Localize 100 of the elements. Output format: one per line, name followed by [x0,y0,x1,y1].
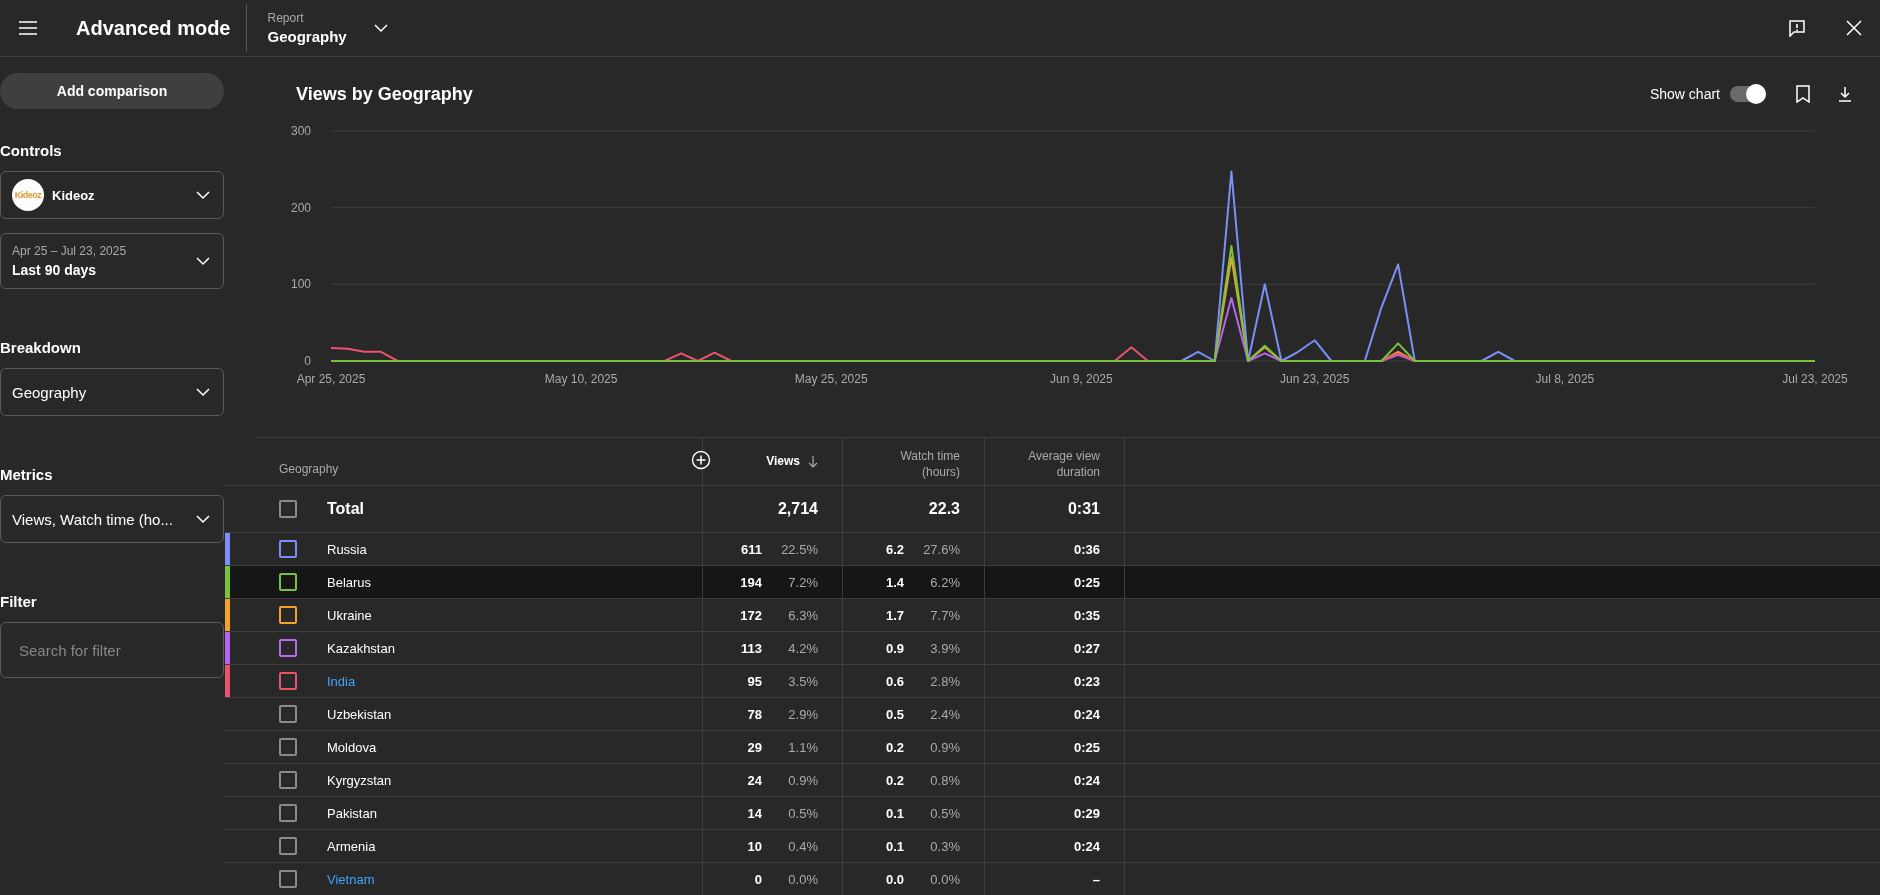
table-cell: 0 [754,871,762,887]
dropdown-select[interactable]: Geography [0,368,224,416]
table-cell: 95 [747,673,762,689]
table-cell: 0.2 [885,739,904,755]
table-row[interactable]: Armenia 10 0.4% 0.1 0.3% 0:24 [225,830,1880,863]
column-header[interactable]: Watch time (hours) [865,448,960,481]
percentage-text: 6.3% [787,607,818,623]
country-name: Kyrgyzstan [327,772,392,788]
percentage-text: 7.2% [787,574,818,590]
section-heading: Breakdown [0,339,82,356]
percentage-text: 1.1% [787,739,818,755]
table-row[interactable]: Kyrgyzstan 24 0.9% 0.2 0.8% 0:24 [225,764,1880,797]
percentage-text: 0.9% [929,739,960,755]
table-row[interactable]: Ukraine 172 6.3% 1.7 7.7% 0:35 [225,599,1880,632]
sort-down-icon[interactable] [808,455,818,468]
table-cell: 6.2 [885,541,904,557]
table-cell: 1.7 [885,607,904,623]
percentage-text: 7.7% [929,607,960,623]
checkbox[interactable] [279,500,297,518]
percentage-text: 3.9% [929,640,960,656]
table-cell: 0:29 [1073,805,1100,821]
checkbox[interactable] [279,639,297,657]
table-cell: 0:23 [1073,673,1100,689]
table-cell: 0:25 [1073,574,1100,590]
section-heading: Metrics [0,466,54,483]
table-cell: 0.6 [885,673,904,689]
channel-logo: Kideoz [12,179,44,211]
column-header[interactable]: Average view duration [1005,448,1100,481]
percentage-text: 6.2% [929,574,960,590]
table-row[interactable]: India 95 3.5% 0.6 2.8% 0:23 [225,665,1880,698]
report-select[interactable]: Report Geography [261,10,395,46]
add-column-icon[interactable] [691,450,711,470]
table-cell: 0.5 [885,706,904,722]
checkbox[interactable] [279,705,297,723]
filter-search-field[interactable]: Search for filter [0,622,224,678]
dropdown-select[interactable]: Views, Watch time (ho... [0,495,224,543]
table-cell: 0.9 [885,640,904,656]
x-axis-label: Jul 23, 2025 [1782,372,1848,386]
table-cell: 14 [747,805,762,821]
add-comparison-button[interactable]: Add comparison [0,73,224,109]
percentage-text: 0.3% [929,838,960,854]
y-axis-label: 100 [290,277,311,292]
country-link[interactable]: India [327,673,356,689]
country-name: Russia [327,541,367,557]
table-cell: 0.2 [885,772,904,788]
country-link[interactable]: Vietnam [327,871,375,887]
table-row[interactable]: Uzbekistan 78 2.9% 0.5 2.4% 0:24 [225,698,1880,731]
table-cell: 0:27 [1073,640,1100,656]
table-cell: 0:24 [1073,706,1100,722]
table-cell: 194 [740,574,762,590]
table-row[interactable]: Moldova 29 1.1% 0.2 0.9% 0:25 [225,731,1880,764]
checkbox[interactable] [279,672,297,690]
table-cell: – [1092,871,1100,887]
percentage-text: 3.5% [787,673,818,689]
table-row[interactable]: Belarus 194 7.2% 1.4 6.2% 0:25 [225,566,1880,599]
table-cell: 611 [741,541,762,557]
table-cell: 1.4 [885,574,904,590]
column-header[interactable]: Views [766,453,800,470]
percentage-text: 0.5% [929,805,960,821]
column-header[interactable]: Geography [279,460,339,477]
checkbox[interactable] [279,738,297,756]
x-axis-label: Jun 23, 2025 [1280,372,1350,386]
x-axis-label: May 25, 2025 [794,372,868,386]
table-cell: 113 [741,640,762,656]
checkbox[interactable] [279,573,297,591]
percentage-text: 0.9% [787,772,818,788]
show-chart-switch[interactable] [1730,86,1766,102]
table-row[interactable]: Pakistan 14 0.5% 0.1 0.5% 0:29 [225,797,1880,830]
country-name: Kazakhstan [327,640,395,656]
table-cell: 2,714 [777,500,818,518]
date-range-select[interactable]: Apr 25 – Jul 23, 2025 Last 90 days [0,233,224,289]
table-cell: 24 [747,772,762,788]
section-heading: Filter [0,593,38,610]
table-row[interactable]: Kazakhstan 113 4.2% 0.9 3.9% 0:27 [225,632,1880,665]
table-cell: 10 [747,838,762,854]
country-name: Armenia [327,838,376,854]
table-row[interactable]: Russia 611 22.5% 6.2 27.6% 0:36 [225,533,1880,566]
table-cell: 22.3 [928,500,960,518]
percentage-text: 2.8% [929,673,960,689]
checkbox[interactable] [279,540,297,558]
percentage-text: 0.5% [787,805,818,821]
checkbox[interactable] [279,804,297,822]
table-cell: 0.1 [885,805,904,821]
x-axis-label: Jun 9, 2025 [1050,372,1113,386]
country-name: Moldova [327,739,377,755]
country-name: Uzbekistan [327,706,392,722]
x-axis-label: May 10, 2025 [544,372,618,386]
table-cell: 0:25 [1073,739,1100,755]
y-axis-label: 0 [304,354,311,368]
chart-title: Views by Geography [296,83,473,105]
channel-select[interactable]: Kideoz Kideoz [0,171,224,219]
table-cell: 0.0 [885,871,904,887]
checkbox[interactable] [279,837,297,855]
percentage-text: 27.6% [922,541,960,557]
checkbox[interactable] [279,870,297,888]
checkbox[interactable] [279,606,297,624]
checkbox[interactable] [279,771,297,789]
x-axis-label: Jul 8, 2025 [1535,372,1595,386]
country-name: Belarus [327,574,372,590]
table-cell: 0:31 [1067,500,1100,518]
